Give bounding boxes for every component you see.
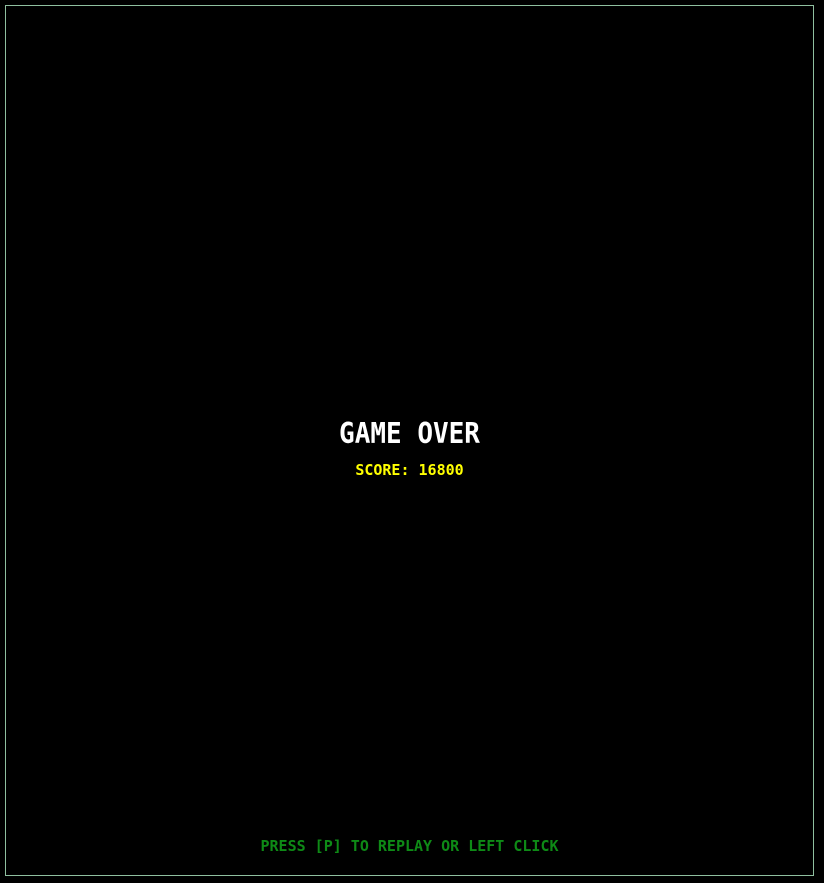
game-canvas[interactable]: GAME OVER SCORE: 16800 PRESS [P] TO REPL… xyxy=(5,5,814,876)
score-display: SCORE: 16800 xyxy=(355,461,464,479)
replay-prompt[interactable]: PRESS [P] TO REPLAY OR LEFT CLICK xyxy=(6,837,813,855)
game-over-title: GAME OVER xyxy=(339,417,480,451)
